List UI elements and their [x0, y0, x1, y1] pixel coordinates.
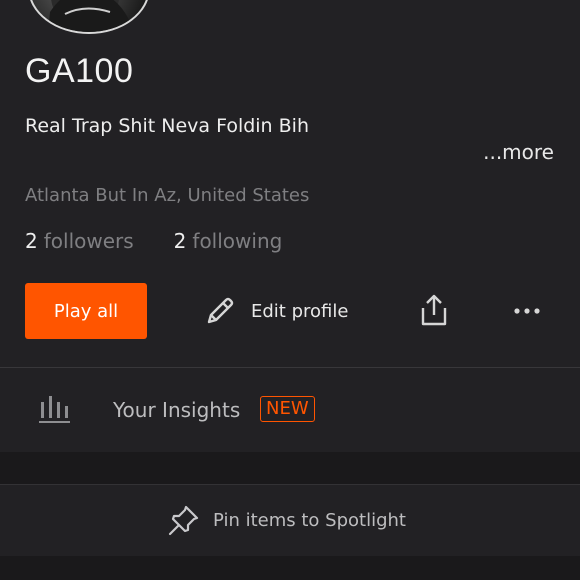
- share-icon: [418, 293, 450, 329]
- pin-icon: [167, 503, 201, 537]
- edit-profile-label: Edit profile: [251, 300, 349, 322]
- bottom-band: [0, 556, 580, 580]
- new-badge: NEW: [260, 396, 315, 422]
- share-button[interactable]: [418, 293, 450, 329]
- avatar-image: [48, 0, 130, 32]
- profile-bio: Real Trap Shit Neva Foldin Bih: [25, 115, 309, 137]
- profile-location: Atlanta But In Az, United States: [25, 185, 310, 206]
- insights-row[interactable]: Your Insights NEW: [0, 368, 580, 452]
- more-options-button[interactable]: [512, 297, 542, 325]
- following-count: 2: [173, 229, 187, 253]
- more-dots-icon: [512, 297, 542, 325]
- insights-label: Your Insights: [113, 398, 241, 422]
- followers-stat[interactable]: 2 followers: [25, 229, 134, 253]
- play-all-button[interactable]: Play all: [25, 283, 147, 339]
- edit-profile-button[interactable]: Edit profile: [203, 293, 348, 329]
- following-label: following: [192, 229, 283, 253]
- followers-count: 2: [25, 229, 38, 253]
- bar-chart-icon: [38, 394, 72, 424]
- username: GA100: [25, 52, 134, 90]
- following-stat[interactable]: 2 following: [174, 229, 283, 253]
- spotlight-content: Pin items to Spotlight: [167, 503, 406, 537]
- pencil-icon: [203, 294, 237, 328]
- profile-stats: 2 followers 2 following: [25, 229, 282, 253]
- followers-label: followers: [43, 229, 134, 253]
- action-row: Play all Edit profile: [0, 283, 580, 339]
- more-link[interactable]: ...more: [483, 140, 554, 164]
- profile-page: GA100 Real Trap Shit Neva Foldin Bih ...…: [0, 0, 580, 580]
- section-separator: [0, 452, 580, 484]
- avatar[interactable]: [28, 0, 150, 34]
- pin-spotlight-label: Pin items to Spotlight: [213, 509, 406, 531]
- pin-spotlight-button[interactable]: Pin items to Spotlight: [0, 484, 580, 557]
